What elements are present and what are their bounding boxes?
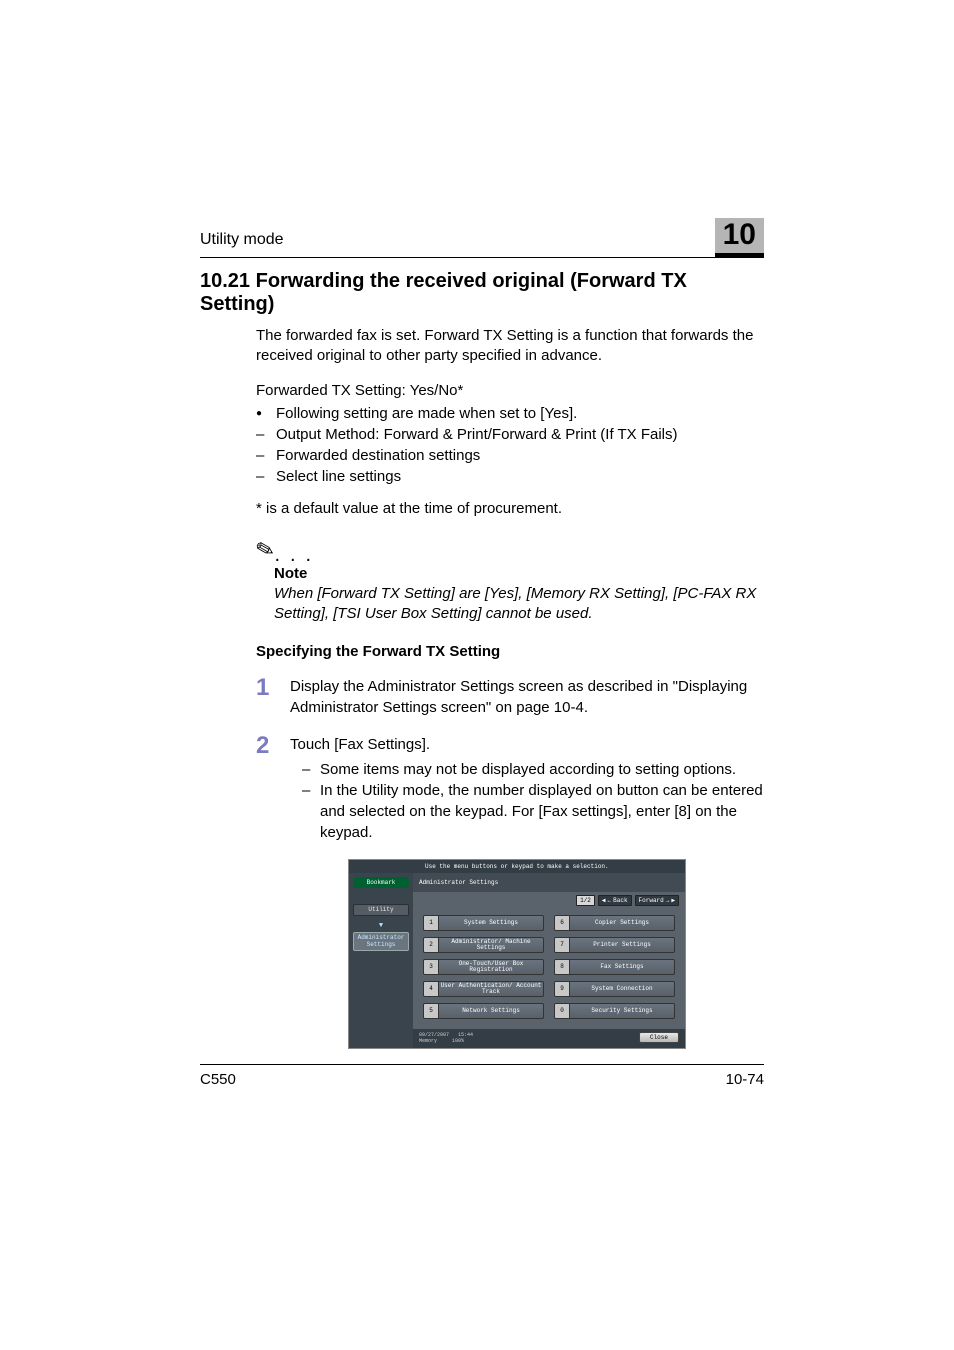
intro-paragraph: The forwarded fax is set. Forward TX Set… bbox=[256, 326, 764, 367]
footnote: * is a default value at the time of proc… bbox=[256, 499, 764, 519]
forward-button[interactable]: Forward→▶ bbox=[635, 895, 679, 906]
section-heading: 10.21 Forwarding the received original (… bbox=[200, 270, 764, 316]
step: 1 Display the Administrator Settings scr… bbox=[256, 676, 764, 718]
setting-summary: Forwarded TX Setting: Yes/No* bbox=[256, 381, 764, 401]
note-body: When [Forward TX Setting] are [Yes], [Me… bbox=[274, 584, 764, 625]
menu-network-settings[interactable]: 5Network Settings bbox=[423, 1003, 544, 1019]
chapter-number: 10 bbox=[715, 218, 764, 257]
footer-model: C550 bbox=[200, 1071, 236, 1088]
menu-onetouch-userbox[interactable]: 3One-Touch/User Box Registration bbox=[423, 959, 544, 975]
step-number: 2 bbox=[256, 734, 290, 843]
step-text: Display the Administrator Settings scree… bbox=[290, 676, 764, 718]
screen-instruction: Use the menu buttons or keypad to make a… bbox=[349, 860, 685, 873]
menu-printer-settings[interactable]: 7Printer Settings bbox=[554, 937, 675, 953]
arrow-down-icon: ▼ bbox=[349, 922, 413, 930]
close-button[interactable]: Close bbox=[639, 1032, 679, 1043]
list-item: Output Method: Forward & Print/Forward &… bbox=[256, 424, 764, 445]
step: 2 Touch [Fax Settings]. Some items may n… bbox=[256, 734, 764, 843]
arrow-left-icon: ◀ bbox=[602, 897, 606, 904]
list-item: Following setting are made when set to [… bbox=[256, 403, 764, 424]
running-head-title: Utility mode bbox=[200, 231, 284, 249]
running-head: Utility mode 10 bbox=[200, 218, 764, 258]
menu-copier-settings[interactable]: 6Copier Settings bbox=[554, 915, 675, 931]
screen-title: Administrator Settings bbox=[413, 873, 685, 892]
footer-page-number: 10-74 bbox=[726, 1071, 764, 1088]
list-item: Forwarded destination settings bbox=[256, 445, 764, 466]
bookmark-tab[interactable]: Bookmark bbox=[353, 877, 409, 888]
sidebar-admin-settings-button[interactable]: Administrator Settings bbox=[353, 932, 409, 951]
arrow-right-icon: → bbox=[666, 897, 670, 904]
page-indicator: 1/2 bbox=[576, 895, 595, 906]
sidebar-utility-button[interactable]: Utility bbox=[353, 904, 409, 917]
list-item: Select line settings bbox=[256, 466, 764, 487]
screen-status: 09/27/2007 15:44 Memory 100% bbox=[419, 1032, 473, 1044]
step-subitem: In the Utility mode, the number displaye… bbox=[290, 780, 764, 843]
menu-security-settings[interactable]: 0Security Settings bbox=[554, 1003, 675, 1019]
arrow-left-icon: ← bbox=[608, 897, 612, 904]
page-footer: C550 10-74 bbox=[200, 1064, 764, 1088]
menu-system-settings[interactable]: 1System Settings bbox=[423, 915, 544, 931]
note-label: Note bbox=[274, 565, 764, 582]
step-subitem: Some items may not be displayed accordin… bbox=[290, 759, 764, 780]
menu-fax-settings[interactable]: 8Fax Settings bbox=[554, 959, 675, 975]
back-button[interactable]: ◀←Back bbox=[598, 895, 632, 906]
step-text: Touch [Fax Settings]. bbox=[290, 736, 430, 753]
setting-list: Following setting are made when set to [… bbox=[256, 403, 764, 487]
note-block: ✎... Note When [Forward TX Setting] are … bbox=[256, 537, 764, 625]
menu-user-auth-account[interactable]: 4User Authentication/ Account Track bbox=[423, 981, 544, 997]
arrow-right-icon: ▶ bbox=[671, 897, 675, 904]
menu-admin-machine-settings[interactable]: 2Administrator/ Machine Settings bbox=[423, 937, 544, 953]
ellipsis-icon: ... bbox=[274, 544, 321, 566]
subheading: Specifying the Forward TX Setting bbox=[256, 643, 764, 660]
step-number: 1 bbox=[256, 676, 290, 718]
menu-system-connection[interactable]: 9System Connection bbox=[554, 981, 675, 997]
device-screenshot: Use the menu buttons or keypad to make a… bbox=[348, 859, 686, 1049]
